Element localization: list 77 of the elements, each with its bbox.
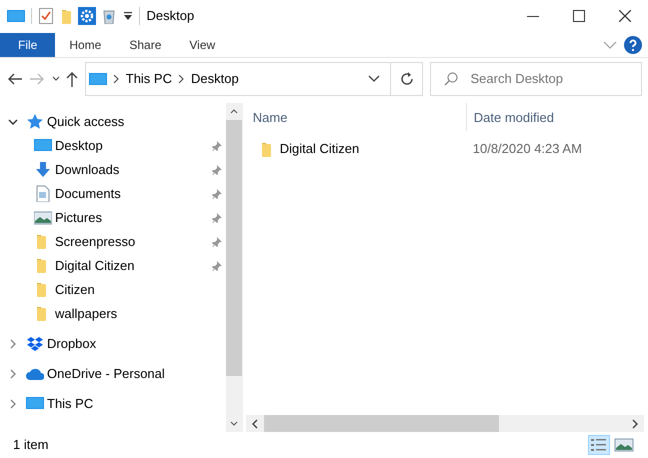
down-arrow-icon [34,161,52,178]
folder-icon [259,140,274,157]
nav-label: OneDrive - Personal [47,364,165,383]
nav-item[interactable]: Desktop [0,134,226,158]
gear-icon[interactable] [78,7,96,25]
nav-label: Screenpresso [55,232,136,251]
nav-label: Digital Citizen [55,256,134,275]
refresh-icon[interactable] [400,72,414,86]
nav-item[interactable]: OneDrive - Personal [0,362,226,386]
scrollbar-thumb[interactable] [226,120,242,376]
scroll-right-icon [631,418,639,428]
nav-item[interactable]: Downloads [0,158,226,182]
checklist-icon[interactable] [38,8,52,24]
status-text: 1 item [13,436,48,454]
close-icon[interactable] [619,10,631,22]
nav-item[interactable]: Citizen [0,278,226,302]
dropbox-icon [26,335,44,352]
document-icon [34,185,52,202]
ribbon-tab[interactable]: Home [55,33,116,57]
horizontal-scrollbar[interactable] [246,415,644,432]
chevron-right-icon [113,75,120,83]
date-cell-text: 10/8/2020 4:23 AM [472,140,583,158]
file-menu-button[interactable]: File [0,33,56,57]
nav-item[interactable]: wallpapers [0,302,226,326]
nav-label: Quick access [47,112,124,131]
nav-label: Pictures [55,208,102,227]
details-view-icon [588,436,609,454]
help-icon[interactable] [624,36,642,54]
vertical-scrollbar[interactable] [226,103,242,432]
star-icon [26,113,44,130]
column-header[interactable]: Name [246,103,466,132]
column-header[interactable]: Date modified [466,103,626,132]
chevron-right-icon[interactable] [8,368,18,379]
scrollbar-thumb[interactable] [264,415,500,432]
chevron-down-icon[interactable] [52,76,60,82]
view-toggle-button[interactable] [588,435,610,455]
up-arrow-icon[interactable] [66,71,78,87]
search-icon [444,72,458,86]
scroll-left-icon [251,418,260,428]
ribbon-tab[interactable]: Share [115,33,176,57]
nav-item[interactable]: This PC [0,392,226,416]
chevron-right-icon[interactable] [8,398,18,409]
chevron-right-icon[interactable] [8,338,18,349]
maximize-icon[interactable] [573,10,585,22]
breadcrumb[interactable]: This PC [126,69,172,89]
scroll-down-icon [230,421,238,426]
nav-label: Downloads [55,160,120,179]
large-icons-view-icon [614,436,634,454]
dropdown-arrow-icon[interactable] [122,11,132,21]
ribbon-tab[interactable]: View [175,33,230,57]
monitor-icon[interactable] [6,8,24,24]
nav-item[interactable]: Screenpresso [0,230,226,254]
nav-item[interactable]: Documents [0,182,226,206]
nav-label: Documents [55,184,121,203]
nav-label: wallpapers [55,304,118,323]
search-field[interactable]: Search Desktop [470,69,628,89]
nav-item[interactable]: Quick access [0,110,226,134]
search-box[interactable]: Search Desktop [430,62,642,96]
monitor-icon [88,71,107,87]
file-name[interactable]: Digital Citizen [280,139,360,158]
chevron-down-icon[interactable] [8,116,18,127]
nav-label: Dropbox [47,334,96,353]
picture-icon [34,209,52,226]
recycle-bin-icon[interactable] [102,8,116,24]
nav-item[interactable]: Pictures [0,206,226,230]
window-title: Desktop [146,7,194,26]
chevron-right-icon [178,75,184,83]
scroll-up-icon [230,109,238,114]
chevron-down-icon[interactable] [368,75,380,83]
breadcrumb[interactable]: Desktop [190,69,239,89]
address-bar[interactable]: This PC Desktop [84,62,423,96]
nav-item[interactable]: Digital Citizen [0,254,226,278]
nav-item[interactable]: Dropbox [0,332,226,356]
nav-label: Desktop [55,136,103,155]
back-arrow-icon[interactable] [6,72,22,86]
nav-label: This PC [47,394,94,413]
nav-label: Citizen [55,280,95,299]
